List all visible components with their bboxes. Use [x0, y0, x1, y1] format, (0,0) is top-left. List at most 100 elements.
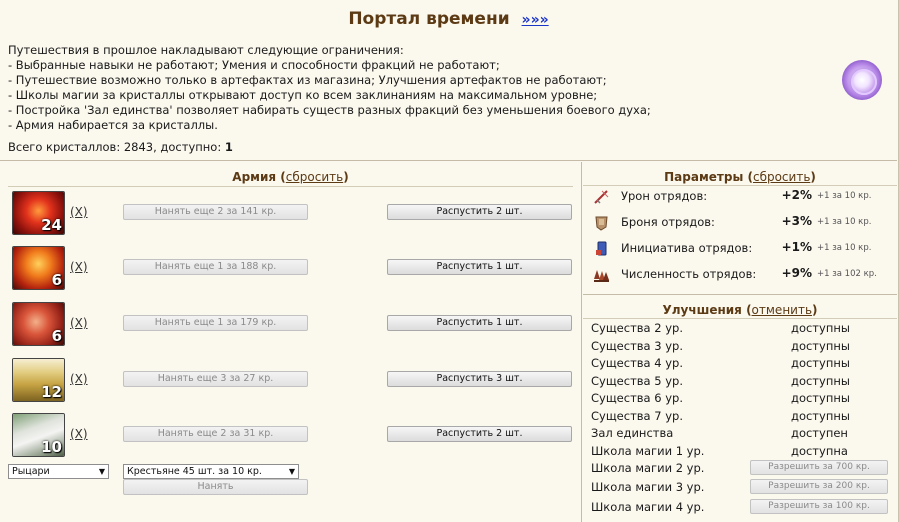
- upgrade-name: Существа 5 ур.: [591, 373, 683, 388]
- hire-more-button[interactable]: Нанять еще 1 за 179 кр.: [123, 315, 308, 331]
- divider: [583, 318, 897, 319]
- remove-unit-link[interactable]: (X): [70, 372, 88, 386]
- chevron-down-icon: ▼: [98, 467, 105, 476]
- upgrade-row: Существа 4 ур. доступны: [583, 355, 897, 372]
- army-unit-row: 12 (X) Нанять еще 3 за 27 кр. Распустить…: [0, 358, 582, 406]
- restriction-line: - Путешествие возможно только в артефакт…: [8, 73, 607, 87]
- upgrade-status: доступны: [791, 356, 850, 370]
- restriction-line: - Выбранные навыки не работают; Умения и…: [8, 58, 500, 72]
- params-title-text: Параметры: [664, 170, 744, 184]
- params-panel: Параметры (сбросить) Урон отрядов: +2% +…: [583, 162, 897, 295]
- upgrade-row: Существа 7 ур. доступны: [583, 408, 897, 425]
- upgrade-name: Существа 7 ур.: [591, 408, 683, 423]
- faction-select-value: Рыцари: [12, 466, 50, 477]
- upgrades-cancel-link[interactable]: отменить: [752, 303, 812, 317]
- param-value: +3%: [781, 214, 812, 228]
- paren-close: ): [810, 170, 816, 184]
- sword-icon: [594, 190, 609, 204]
- allow-upgrade-button[interactable]: Разрешить за 200 кр.: [750, 479, 888, 494]
- remove-unit-link[interactable]: (X): [70, 316, 88, 330]
- hire-button[interactable]: Нанять: [123, 479, 308, 495]
- dismiss-button[interactable]: Распустить 1 шт.: [387, 259, 572, 275]
- upgrade-name: Существа 2 ур.: [591, 321, 683, 335]
- portal-icon: [842, 60, 882, 100]
- hire-more-button[interactable]: Нанять еще 2 за 31 кр.: [123, 426, 308, 442]
- upgrades-panel: Улучшения (отменить) Существа 2 ур. дост…: [583, 296, 897, 522]
- upgrade-row: Школа магии 3 ур. Разрешить за 200 кр.: [583, 479, 897, 496]
- army-title: Армия (сбросить): [0, 170, 581, 184]
- restriction-line: Путешествия в прошлое накладывают следую…: [8, 43, 404, 57]
- army-reset-link[interactable]: сбросить: [286, 170, 343, 184]
- divider: [8, 186, 573, 187]
- crystals-total: Всего кристаллов: 2843, доступно: 1: [8, 140, 233, 154]
- upgrade-name: Зал единства: [591, 426, 674, 440]
- title-more-link[interactable]: »»»: [522, 12, 549, 28]
- param-price-note[interactable]: +1 за 10 кр.: [817, 217, 871, 227]
- upgrade-status: доступны: [791, 321, 850, 335]
- unit-select-value: Крестьяне 45 шт. за 10 кр.: [127, 466, 262, 477]
- upgrade-status: доступны: [791, 391, 850, 405]
- unit-avatar-red-horned[interactable]: 6: [12, 302, 65, 346]
- param-value: +2%: [781, 188, 812, 202]
- param-label: Инициатива отрядов:: [621, 241, 753, 255]
- unit-avatar-fire-demon[interactable]: 6: [12, 246, 65, 290]
- army-unit-row: 6 (X) Нанять еще 1 за 179 кр. Распустить…: [0, 302, 582, 350]
- chevron-down-icon: ▼: [288, 467, 295, 476]
- paren-close: ): [812, 303, 818, 317]
- upgrade-row: Школа магии 2 ур. Разрешить за 700 кр.: [583, 460, 897, 477]
- hire-more-button[interactable]: Нанять еще 1 за 188 кр.: [123, 259, 308, 275]
- upgrade-row: Школа магии 1 ур. доступна: [583, 443, 897, 460]
- remove-unit-link[interactable]: (X): [70, 260, 88, 274]
- unit-count: 6: [51, 271, 62, 289]
- time-portal-page: Портал времени »»» Путешествия в прошлое…: [0, 0, 899, 522]
- army-title-text: Армия: [232, 170, 277, 184]
- allow-upgrade-button[interactable]: Разрешить за 700 кр.: [750, 460, 888, 475]
- params-reset-link[interactable]: сбросить: [753, 170, 810, 184]
- army-unit-row: 24 (X) Нанять еще 2 за 141 кр. Распустит…: [0, 191, 582, 239]
- portal-header: Портал времени »»» Путешествия в прошлое…: [0, 0, 897, 161]
- armor-icon: [595, 216, 608, 231]
- param-price-note[interactable]: +1 за 10 кр.: [817, 191, 871, 201]
- params-title: Параметры (сбросить): [583, 170, 897, 184]
- upgrade-row: Существа 5 ур. доступны: [583, 373, 897, 390]
- upgrade-status: доступны: [791, 338, 850, 353]
- remove-unit-link[interactable]: (X): [70, 205, 88, 219]
- restriction-line: - Армия набирается за кристаллы.: [8, 118, 218, 132]
- upgrade-status: доступен: [791, 426, 848, 440]
- param-value: +9%: [781, 266, 812, 280]
- unit-avatar-golden-knight[interactable]: 12: [12, 358, 65, 402]
- upgrade-status: доступна: [791, 443, 848, 458]
- page-title-text: Портал времени: [348, 9, 510, 29]
- dismiss-button[interactable]: Распустить 2 шт.: [387, 204, 572, 220]
- restriction-line: - Школы магии за кристаллы открывают дос…: [8, 88, 598, 102]
- param-row-armor: Броня отрядов: +3% +1 за 10 кр.: [583, 212, 897, 234]
- upgrade-name: Школа магии 1 ур.: [591, 443, 705, 458]
- param-price-note[interactable]: +1 за 10 кр.: [817, 243, 871, 253]
- upgrades-title-text: Улучшения: [662, 303, 742, 317]
- crystals-available: 1: [224, 140, 233, 154]
- initiative-icon: [596, 241, 607, 256]
- remove-unit-link[interactable]: (X): [70, 427, 88, 441]
- dismiss-button[interactable]: Распустить 2 шт.: [387, 426, 572, 442]
- unit-count: 12: [41, 383, 62, 401]
- param-row-troops: Численность отрядов: +9% +1 за 102 кр.: [583, 264, 897, 286]
- unit-select[interactable]: Крестьяне 45 шт. за 10 кр. ▼: [123, 464, 299, 479]
- unit-count: 24: [41, 216, 62, 234]
- upgrade-name: Существа 6 ур.: [591, 391, 683, 405]
- upgrade-name: Школа магии 4 ур.: [591, 500, 705, 514]
- upgrade-status: доступны: [791, 408, 850, 423]
- upgrade-name: Существа 4 ур.: [591, 356, 683, 370]
- upgrade-name: Школа магии 3 ур.: [591, 480, 705, 494]
- allow-upgrade-button[interactable]: Разрешить за 100 кр.: [750, 499, 888, 514]
- hire-more-button[interactable]: Нанять еще 3 за 27 кр.: [123, 371, 308, 387]
- param-label: Броня отрядов:: [621, 215, 715, 229]
- dismiss-button[interactable]: Распустить 3 шт.: [387, 371, 572, 387]
- faction-select[interactable]: Рыцари ▼: [8, 464, 109, 479]
- unit-avatar-white-wolf[interactable]: 10: [12, 413, 65, 457]
- param-row-initiative: Инициатива отрядов: +1% +1 за 10 кр.: [583, 238, 897, 260]
- unit-count: 10: [41, 438, 62, 456]
- dismiss-button[interactable]: Распустить 1 шт.: [387, 315, 572, 331]
- unit-avatar-red-demon[interactable]: 24: [12, 191, 65, 235]
- param-price-note[interactable]: +1 за 102 кр.: [817, 269, 877, 279]
- hire-more-button[interactable]: Нанять еще 2 за 141 кр.: [123, 204, 308, 220]
